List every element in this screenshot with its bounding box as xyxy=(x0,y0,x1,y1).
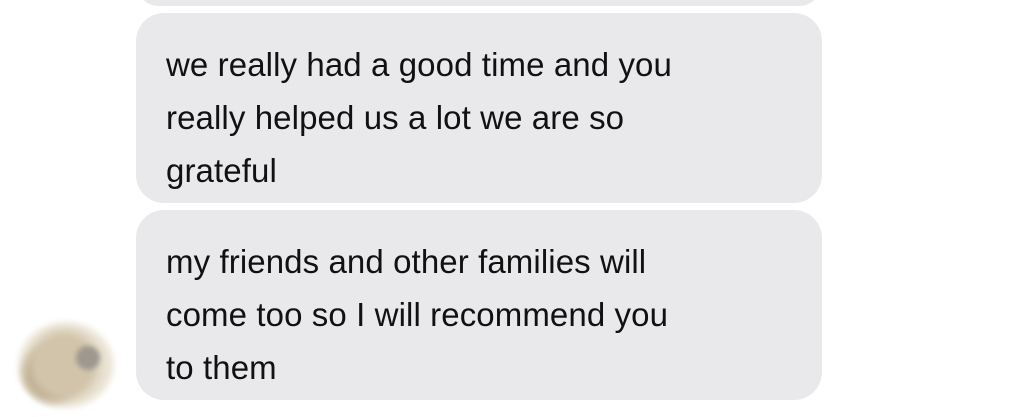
message-line: we really had a good time and you xyxy=(166,46,672,83)
message-thread: we really had a good time and you really… xyxy=(0,0,1024,417)
message-line: grateful xyxy=(166,152,277,189)
message-line: to them xyxy=(166,349,277,386)
sender-avatar-icon[interactable] xyxy=(16,320,116,410)
previous-message-bubble[interactable] xyxy=(136,0,822,6)
message-line: really helped us a lot we are so xyxy=(166,99,625,136)
message-bubble[interactable]: my friends and other families will come … xyxy=(136,210,822,400)
message-line: come too so I will recommend you xyxy=(166,296,669,333)
message-bubble[interactable]: we really had a good time and you really… xyxy=(136,13,822,203)
message-line: my friends and other families will xyxy=(166,243,647,280)
